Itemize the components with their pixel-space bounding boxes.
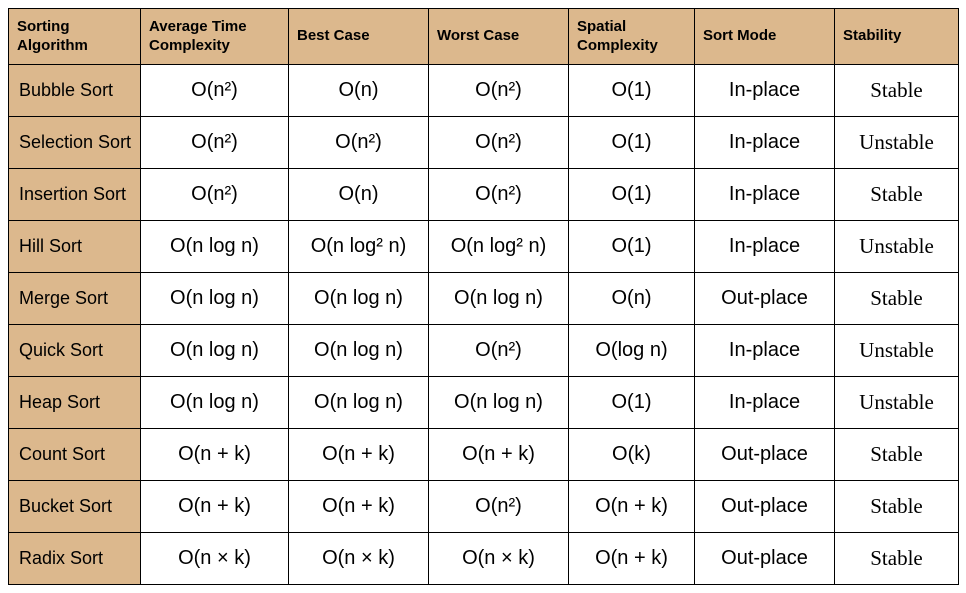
cell-best: O(n log n) bbox=[289, 325, 429, 377]
col-header-space: Spatial Complexity bbox=[569, 9, 695, 65]
cell-best: O(n log² n) bbox=[289, 221, 429, 273]
cell-algo: Heap Sort bbox=[9, 377, 141, 429]
cell-space: O(k) bbox=[569, 429, 695, 481]
cell-best: O(n) bbox=[289, 169, 429, 221]
cell-space: O(1) bbox=[569, 169, 695, 221]
cell-mode: In-place bbox=[695, 377, 835, 429]
cell-mode: In-place bbox=[695, 325, 835, 377]
cell-mode: Out-place bbox=[695, 273, 835, 325]
table-row: Bubble Sort O(n²) O(n) O(n²) O(1) In-pla… bbox=[9, 65, 959, 117]
table-row: Hill Sort O(n log n) O(n log² n) O(n log… bbox=[9, 221, 959, 273]
cell-worst: O(n²) bbox=[429, 65, 569, 117]
cell-stab: Unstable bbox=[835, 377, 959, 429]
cell-algo: Bucket Sort bbox=[9, 481, 141, 533]
cell-worst: O(n²) bbox=[429, 481, 569, 533]
col-header-mode: Sort Mode bbox=[695, 9, 835, 65]
cell-worst: O(n log² n) bbox=[429, 221, 569, 273]
cell-mode: In-place bbox=[695, 169, 835, 221]
cell-mode: Out-place bbox=[695, 429, 835, 481]
cell-stab: Stable bbox=[835, 273, 959, 325]
table-row: Selection Sort O(n²) O(n²) O(n²) O(1) In… bbox=[9, 117, 959, 169]
cell-stab: Stable bbox=[835, 169, 959, 221]
cell-algo: Count Sort bbox=[9, 429, 141, 481]
table-row: Merge Sort O(n log n) O(n log n) O(n log… bbox=[9, 273, 959, 325]
table-header-row: Sorting Algorithm Average Time Complexit… bbox=[9, 9, 959, 65]
cell-mode: Out-place bbox=[695, 481, 835, 533]
cell-worst: O(n²) bbox=[429, 117, 569, 169]
cell-avg: O(n log n) bbox=[141, 273, 289, 325]
cell-algo: Bubble Sort bbox=[9, 65, 141, 117]
cell-mode: In-place bbox=[695, 221, 835, 273]
cell-avg: O(n²) bbox=[141, 117, 289, 169]
cell-stab: Unstable bbox=[835, 221, 959, 273]
cell-stab: Stable bbox=[835, 533, 959, 585]
cell-space: O(n) bbox=[569, 273, 695, 325]
cell-avg: O(n²) bbox=[141, 169, 289, 221]
cell-mode: Out-place bbox=[695, 533, 835, 585]
cell-algo: Selection Sort bbox=[9, 117, 141, 169]
cell-stab: Stable bbox=[835, 481, 959, 533]
cell-avg: O(n log n) bbox=[141, 325, 289, 377]
col-header-worst: Worst Case bbox=[429, 9, 569, 65]
cell-stab: Stable bbox=[835, 65, 959, 117]
cell-space: O(1) bbox=[569, 65, 695, 117]
cell-best: O(n log n) bbox=[289, 377, 429, 429]
col-header-algorithm: Sorting Algorithm bbox=[9, 9, 141, 65]
cell-worst: O(n × k) bbox=[429, 533, 569, 585]
table-row: Radix Sort O(n × k) O(n × k) O(n × k) O(… bbox=[9, 533, 959, 585]
table-row: Count Sort O(n + k) O(n + k) O(n + k) O(… bbox=[9, 429, 959, 481]
cell-stab: Unstable bbox=[835, 117, 959, 169]
cell-avg: O(n log n) bbox=[141, 377, 289, 429]
cell-avg: O(n × k) bbox=[141, 533, 289, 585]
cell-space: O(log n) bbox=[569, 325, 695, 377]
cell-space: O(1) bbox=[569, 221, 695, 273]
cell-algo: Hill Sort bbox=[9, 221, 141, 273]
table-row: Heap Sort O(n log n) O(n log n) O(n log … bbox=[9, 377, 959, 429]
cell-worst: O(n²) bbox=[429, 325, 569, 377]
table-row: Insertion Sort O(n²) O(n) O(n²) O(1) In-… bbox=[9, 169, 959, 221]
cell-algo: Insertion Sort bbox=[9, 169, 141, 221]
col-header-stability: Stability bbox=[835, 9, 959, 65]
cell-worst: O(n + k) bbox=[429, 429, 569, 481]
cell-stab: Unstable bbox=[835, 325, 959, 377]
cell-best: O(n²) bbox=[289, 117, 429, 169]
cell-avg: O(n + k) bbox=[141, 481, 289, 533]
col-header-best: Best Case bbox=[289, 9, 429, 65]
cell-avg: O(n + k) bbox=[141, 429, 289, 481]
cell-algo: Radix Sort bbox=[9, 533, 141, 585]
table-body: Bubble Sort O(n²) O(n) O(n²) O(1) In-pla… bbox=[9, 65, 959, 585]
cell-worst: O(n log n) bbox=[429, 377, 569, 429]
cell-best: O(n) bbox=[289, 65, 429, 117]
cell-space: O(n + k) bbox=[569, 481, 695, 533]
cell-space: O(1) bbox=[569, 377, 695, 429]
cell-stab: Stable bbox=[835, 429, 959, 481]
cell-best: O(n + k) bbox=[289, 481, 429, 533]
cell-best: O(n log n) bbox=[289, 273, 429, 325]
cell-avg: O(n log n) bbox=[141, 221, 289, 273]
cell-space: O(n + k) bbox=[569, 533, 695, 585]
cell-algo: Merge Sort bbox=[9, 273, 141, 325]
cell-best: O(n + k) bbox=[289, 429, 429, 481]
sorting-complexity-table: Sorting Algorithm Average Time Complexit… bbox=[8, 8, 959, 585]
cell-worst: O(n log n) bbox=[429, 273, 569, 325]
cell-best: O(n × k) bbox=[289, 533, 429, 585]
cell-space: O(1) bbox=[569, 117, 695, 169]
table-row: Bucket Sort O(n + k) O(n + k) O(n²) O(n … bbox=[9, 481, 959, 533]
cell-mode: In-place bbox=[695, 117, 835, 169]
col-header-average: Average Time Complexity bbox=[141, 9, 289, 65]
cell-avg: O(n²) bbox=[141, 65, 289, 117]
cell-algo: Quick Sort bbox=[9, 325, 141, 377]
cell-mode: In-place bbox=[695, 65, 835, 117]
cell-worst: O(n²) bbox=[429, 169, 569, 221]
table-row: Quick Sort O(n log n) O(n log n) O(n²) O… bbox=[9, 325, 959, 377]
